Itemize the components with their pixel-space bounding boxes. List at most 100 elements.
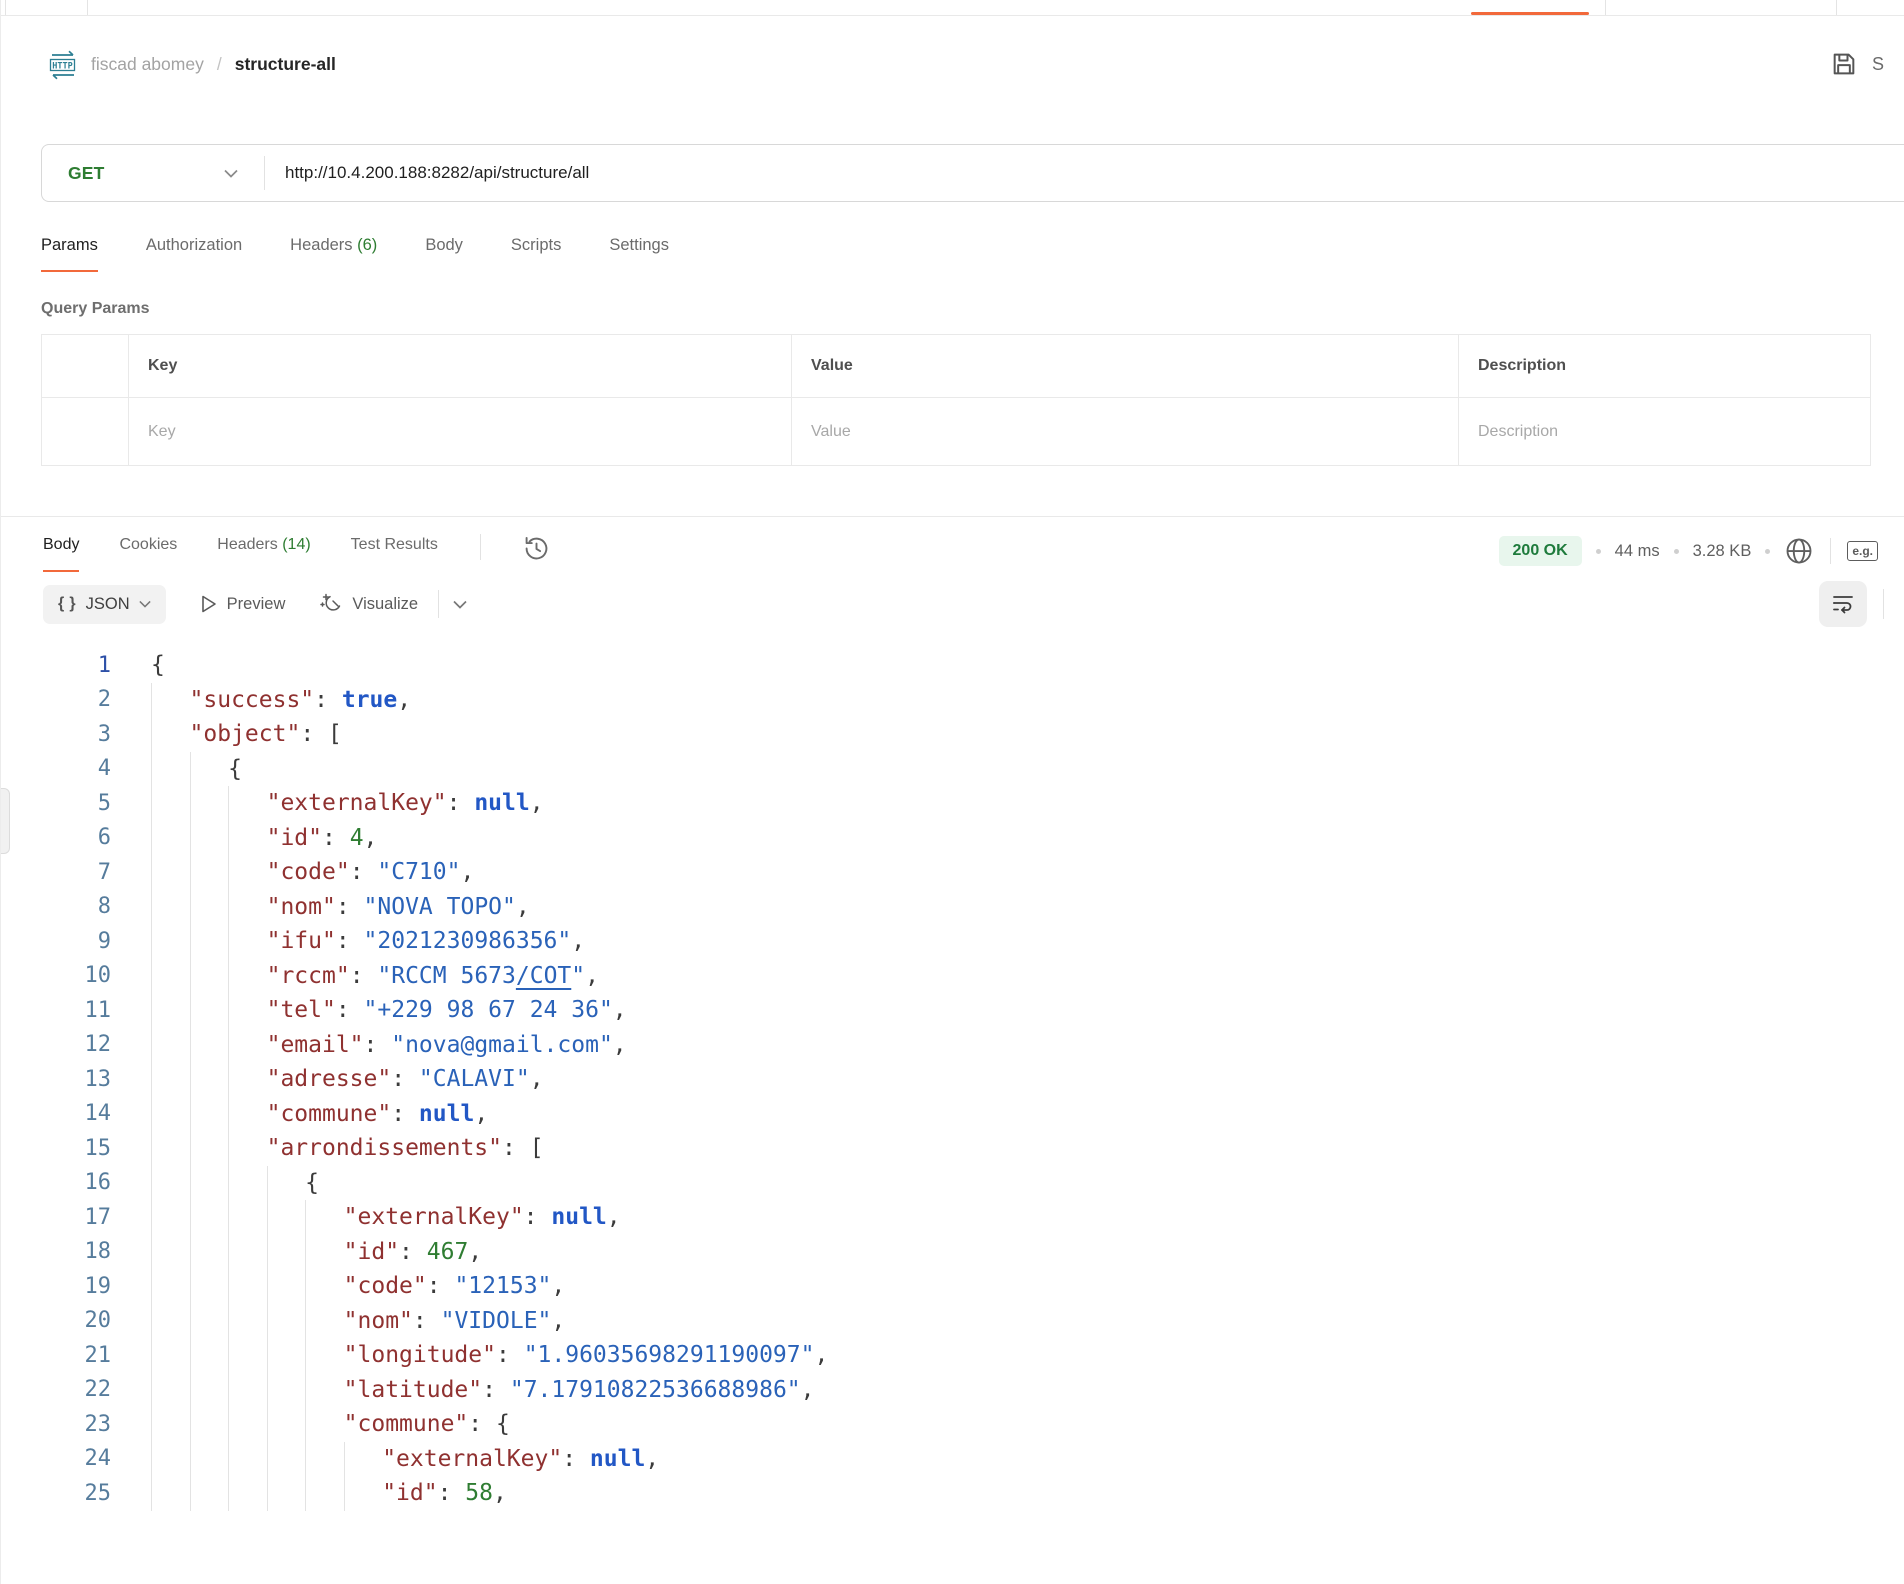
indent-guide	[151, 1269, 190, 1304]
code-token: "tel"	[267, 997, 336, 1023]
response-tab-test-results[interactable]: Test Results	[351, 536, 438, 572]
breadcrumb-collection[interactable]: fiscad abomey	[91, 54, 204, 75]
code-line: 16 {	[41, 1166, 1904, 1201]
visualize-button[interactable]: Visualize	[319, 592, 418, 616]
code-token: "id"	[344, 1239, 399, 1265]
line-number: 16	[41, 1170, 111, 1195]
indent-guide	[228, 1166, 267, 1201]
code-token: "CALAVI"	[419, 1066, 530, 1092]
code-token: :	[336, 997, 364, 1023]
code-token: "nom"	[344, 1308, 413, 1334]
code-line: 14"commune": null,	[41, 1097, 1904, 1132]
code-token: "email"	[267, 1032, 364, 1058]
code-link[interactable]: /COT	[516, 963, 571, 989]
code-token: : {	[468, 1411, 510, 1437]
indent-guide	[190, 1304, 229, 1339]
response-tab-headers[interactable]: Headers (14)	[217, 536, 310, 572]
response-headers-count: (14)	[282, 536, 310, 553]
response-tab-body[interactable]: Body	[43, 536, 79, 572]
code-token: ,	[516, 894, 530, 920]
code-line: 21"longitude": "1.96035698291190097",	[41, 1338, 1904, 1373]
indent-guide	[228, 1200, 267, 1235]
indent-guide	[151, 786, 190, 821]
indent-guide	[151, 855, 190, 890]
pane-resize-handle[interactable]	[1, 788, 10, 854]
line-number: 1	[41, 653, 111, 678]
response-time: 44 ms	[1615, 542, 1660, 561]
response-history-icon[interactable]	[523, 535, 550, 562]
meta-dot	[1765, 549, 1770, 554]
code-token: :	[336, 928, 364, 954]
indent-guide	[190, 855, 229, 890]
code-line: 24"externalKey": null,	[41, 1442, 1904, 1477]
indent-guide	[151, 890, 190, 925]
indent-guide	[190, 1062, 229, 1097]
preview-button[interactable]: Preview	[200, 594, 286, 614]
code-line: 3"object": [	[41, 717, 1904, 752]
code-line: 17"externalKey": null,	[41, 1200, 1904, 1235]
svg-text:HTTP: HTTP	[52, 62, 72, 72]
breadcrumb-request-name[interactable]: structure-all	[235, 54, 336, 75]
indent-guide	[267, 1235, 306, 1270]
indent-guide	[228, 890, 267, 925]
breadcrumb: fiscad abomey / structure-all	[91, 54, 336, 75]
response-view-more-chevron[interactable]	[453, 600, 467, 609]
indent-guide	[305, 1200, 344, 1235]
indent-guide	[228, 1028, 267, 1063]
code-token: ,	[474, 1101, 488, 1127]
chevron-down-icon	[224, 169, 238, 178]
breadcrumb-separator: /	[214, 54, 225, 75]
request-tabbar-strip	[1, 0, 1904, 16]
indent-guide	[228, 855, 267, 890]
method-selector[interactable]: GET	[42, 145, 264, 201]
save-label-partial[interactable]: S	[1872, 54, 1884, 75]
url-input[interactable]	[265, 163, 1904, 183]
indent-guide	[151, 1062, 190, 1097]
code-token: "longitude"	[344, 1342, 496, 1368]
line-number: 7	[41, 860, 111, 885]
code-line: 19"code": "12153",	[41, 1269, 1904, 1304]
indent-guide	[190, 752, 229, 787]
tab-authorization[interactable]: Authorization	[146, 236, 242, 272]
tab-params[interactable]: Params	[41, 236, 98, 272]
tab-divider	[87, 0, 88, 15]
param-key-input[interactable]	[148, 423, 759, 441]
code-token: ,	[397, 687, 411, 713]
tab-body[interactable]: Body	[425, 236, 463, 272]
network-globe-icon[interactable]	[1784, 536, 1814, 566]
code-token: {	[305, 1170, 319, 1196]
code-token: :	[350, 963, 378, 989]
code-token: {	[151, 652, 165, 678]
tab-scripts[interactable]: Scripts	[511, 236, 561, 272]
tab-settings[interactable]: Settings	[609, 236, 669, 272]
response-size: 3.28 KB	[1693, 542, 1752, 561]
indent-guide	[267, 1338, 306, 1373]
indent-guide	[190, 924, 229, 959]
status-badge[interactable]: 200 OK	[1499, 536, 1582, 566]
line-number: 3	[41, 722, 111, 747]
param-value-input[interactable]	[811, 423, 1426, 441]
line-number: 6	[41, 825, 111, 850]
indent-guide	[267, 1373, 306, 1408]
response-tab-cookies[interactable]: Cookies	[119, 536, 177, 572]
code-token: null	[419, 1101, 474, 1127]
tab-headers[interactable]: Headers (6)	[290, 236, 377, 272]
code-line: 22"latitude": "7.17910822536688986",	[41, 1373, 1904, 1408]
indent-guide	[190, 1235, 229, 1270]
code-token: "7.17910822536688986"	[510, 1377, 801, 1403]
save-button[interactable]	[1830, 50, 1858, 78]
code-token: ,	[613, 997, 627, 1023]
save-as-example-button[interactable]: e.g.	[1847, 541, 1878, 561]
response-format-selector[interactable]: { } JSON	[43, 585, 166, 624]
indent-guide	[151, 1235, 190, 1270]
indent-guide	[228, 1338, 267, 1373]
code-token: "externalKey"	[382, 1446, 562, 1472]
response-body-code: 1{2"success": true,3"object": [4{5"exter…	[1, 648, 1904, 1511]
indent-guide	[267, 1476, 306, 1511]
code-token: :	[391, 1066, 419, 1092]
code-token: ,	[801, 1377, 815, 1403]
code-line: 2"success": true,	[41, 683, 1904, 718]
indent-guide	[344, 1476, 383, 1511]
wrap-text-button[interactable]	[1819, 581, 1867, 627]
param-description-input[interactable]	[1478, 423, 1850, 441]
